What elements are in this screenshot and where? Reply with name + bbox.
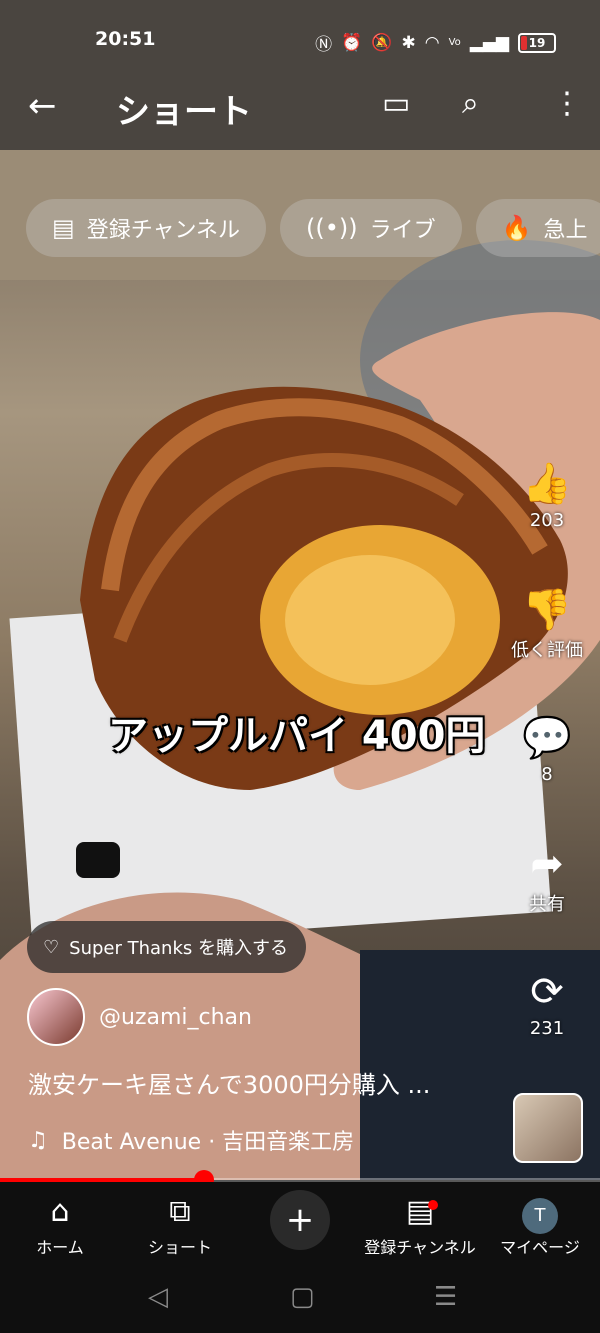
avatar[interactable]: [27, 988, 85, 1046]
music-info[interactable]: ♫ Beat Avenue · 吉田音楽工房: [28, 1124, 354, 1156]
nav-shorts[interactable]: ⧉ ショート: [120, 1192, 240, 1258]
chip-label: 登録チャンネル: [86, 218, 241, 243]
shorts-icon: ⧉: [169, 1194, 191, 1229]
share-button[interactable]: ➦ 共有: [505, 842, 589, 916]
remix-icon: ⟳: [530, 969, 564, 1015]
chip-subscriptions[interactable]: ▤ 登録チャンネル: [26, 199, 267, 257]
chip-trending[interactable]: 🔥 急上: [475, 199, 600, 257]
comment-count: 8: [541, 764, 553, 785]
status-icons: Ⓝ ⏰ 🔕 ✱ ◠ Vo ▂▄▆ 19: [315, 30, 556, 55]
page-title: ショート: [116, 92, 252, 132]
chip-live[interactable]: ((•)) ライブ: [280, 199, 462, 257]
avatar: T: [522, 1198, 558, 1234]
super-thanks-icon: ♡: [43, 936, 60, 958]
channel-info[interactable]: @uzami_chan: [27, 988, 252, 1046]
nav-mypage[interactable]: T マイページ: [480, 1192, 600, 1258]
video-description[interactable]: 激安ケーキ屋さんで3000円分購入 ...: [28, 1065, 430, 1100]
bottom-nav: ⌂ ホーム ⧉ ショート + ▤ 登録チャンネル T マイページ: [0, 1182, 600, 1270]
music-note-icon: ♫: [28, 1127, 48, 1153]
comment-button[interactable]: 💬 8: [505, 716, 589, 785]
nav-subscriptions[interactable]: ▤ 登録チャンネル: [360, 1192, 480, 1258]
nav-shorts-label: ショート: [147, 1238, 212, 1257]
chip-label: 急上: [543, 218, 588, 243]
subscriptions-icon: ▤: [52, 214, 75, 242]
nav-subscriptions-label: 登録チャンネル: [364, 1238, 476, 1257]
create-button[interactable]: +: [270, 1190, 330, 1250]
super-thanks-label: Super Thanks を購入する: [69, 938, 288, 959]
nav-home-label: ホーム: [36, 1238, 84, 1257]
share-label: 共有: [529, 894, 565, 915]
dislike-label: 低く評価: [511, 640, 583, 661]
signal-icon: ▂▄▆: [469, 32, 509, 53]
trending-icon: 🔥: [501, 214, 532, 242]
wifi-icon: ◠: [424, 32, 440, 53]
remix-count: 231: [529, 1018, 565, 1039]
cast-icon[interactable]: ▭: [382, 86, 410, 121]
sound-thumbnail[interactable]: [513, 1093, 583, 1163]
like-button[interactable]: 👍 203: [505, 462, 589, 531]
system-nav-bar: ◁ ▢ ☰: [0, 1270, 600, 1333]
volte-icon: Vo: [448, 37, 461, 48]
nav-mypage-label: マイページ: [500, 1238, 580, 1257]
super-thanks-button[interactable]: ♡ Super Thanks を購入する: [27, 921, 306, 973]
battery-icon: 19: [518, 32, 556, 53]
filter-chips: ▤ 登録チャンネル ((•)) ライブ 🔥 急上: [26, 199, 600, 257]
status-time: 20:51: [95, 28, 156, 50]
share-icon: ➦: [530, 841, 564, 887]
nfc-icon: Ⓝ: [315, 35, 333, 55]
home-icon: ⌂: [50, 1194, 70, 1229]
music-label: Beat Avenue · 吉田音楽工房: [61, 1130, 355, 1155]
plus-icon: +: [285, 1200, 315, 1240]
search-icon[interactable]: ⌕: [462, 86, 479, 121]
chip-label: ライブ: [369, 218, 436, 243]
bluetooth-icon: ✱: [401, 32, 416, 53]
notification-dot: [428, 1200, 438, 1210]
system-back-icon[interactable]: ◁: [148, 1282, 168, 1312]
more-vert-icon[interactable]: ⋮: [552, 86, 582, 121]
back-arrow-icon[interactable]: ←: [28, 86, 57, 126]
mute-icon: 🔕: [371, 32, 393, 53]
status-bar: 20:51 Ⓝ ⏰ 🔕 ✱ ◠ Vo ▂▄▆ 19: [0, 28, 600, 55]
video-overlay-caption: アップルパイ 400円: [108, 713, 486, 759]
dislike-button[interactable]: 👎 低く評価: [505, 588, 589, 662]
thumb-up-icon: 👍: [522, 461, 572, 507]
system-home-icon[interactable]: ▢: [290, 1282, 315, 1312]
battery-level: 19: [528, 35, 546, 50]
live-icon: ((•)): [306, 214, 358, 242]
remix-button[interactable]: ⟳ 231: [505, 970, 589, 1039]
top-bar: ← ショート ▭ ⌕ ⋮: [0, 80, 600, 136]
channel-handle[interactable]: @uzami_chan: [99, 1005, 252, 1030]
nav-home[interactable]: ⌂ ホーム: [0, 1192, 120, 1258]
thumb-down-icon: 👎: [522, 587, 572, 633]
system-recents-icon[interactable]: ☰: [434, 1282, 457, 1312]
like-count: 203: [529, 510, 565, 531]
comment-icon: 💬: [522, 715, 572, 761]
subscriptions-icon: ▤: [405, 1194, 435, 1229]
alarm-icon: ⏰: [341, 32, 363, 53]
